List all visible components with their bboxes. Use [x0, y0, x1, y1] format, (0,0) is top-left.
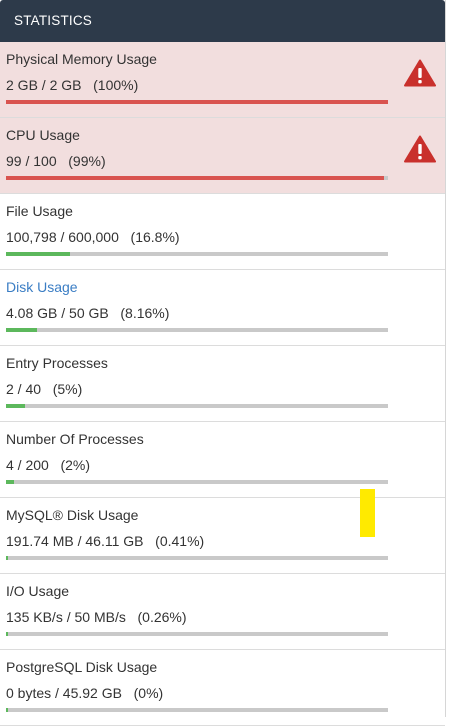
stat-value: 100,798 / 600,000 (16.8%) [6, 229, 180, 245]
stat-value: 2 / 40 (5%) [6, 381, 83, 397]
stat-io-usage: I/O Usage 135 KB/s / 50 MB/s (0.26%) [0, 574, 445, 650]
progress-bar [6, 176, 388, 180]
progress-bar [6, 100, 388, 104]
stat-cpu: CPU Usage 99 / 100 (99%) [0, 118, 445, 194]
progress-bar [6, 328, 388, 332]
stat-value: 0 bytes / 45.92 GB (0%) [6, 685, 164, 701]
progress-bar [6, 556, 388, 560]
statistics-panel: STATISTICS Physical Memory Usage 2 GB / … [0, 0, 446, 726]
warning-icon [404, 59, 436, 87]
stat-entry-processes: Entry Processes 2 / 40 (5%) [0, 346, 445, 422]
stat-title: MySQL® Disk Usage [6, 507, 139, 523]
progress-bar [6, 404, 388, 408]
stat-physical-memory: Physical Memory Usage 2 GB / 2 GB (100%) [0, 42, 445, 118]
disk-usage-link[interactable]: Disk Usage [6, 279, 78, 295]
stat-title: I/O Usage [6, 583, 70, 599]
stat-title: CPU Usage [6, 127, 80, 143]
progress-fill [6, 176, 385, 180]
progress-bar [6, 708, 388, 712]
progress-fill [6, 100, 388, 104]
warning-icon [404, 135, 436, 163]
stat-value: 135 KB/s / 50 MB/s (0.26%) [6, 609, 187, 625]
stat-value: 99 / 100 (99%) [6, 153, 106, 169]
progress-fill [6, 404, 26, 408]
statistics-header: STATISTICS [0, 0, 445, 42]
stat-number-of-processes: Number Of Processes 4 / 200 (2%) [0, 422, 445, 498]
highlight-marker [360, 489, 375, 537]
progress-fill [6, 328, 38, 332]
stat-value: 4.08 GB / 50 GB (8.16%) [6, 305, 170, 321]
stat-value: 4 / 200 (2%) [6, 457, 91, 473]
progress-fill [6, 708, 8, 712]
stat-value: 2 GB / 2 GB (100%) [6, 77, 139, 93]
stat-file-usage: File Usage 100,798 / 600,000 (16.8%) [0, 194, 445, 270]
progress-bar [6, 252, 388, 256]
progress-fill [6, 480, 14, 484]
stat-title: PostgreSQL Disk Usage [6, 659, 158, 675]
stat-value: 191.74 MB / 46.11 GB (0.41%) [6, 533, 205, 549]
stat-title: File Usage [6, 203, 73, 219]
progress-fill [6, 556, 9, 560]
stat-postgresql-disk-usage: PostgreSQL Disk Usage 0 bytes / 45.92 GB… [0, 650, 445, 726]
progress-fill [6, 632, 9, 636]
progress-fill [6, 252, 71, 256]
stat-mysql-disk-usage: MySQL® Disk Usage 191.74 MB / 46.11 GB (… [0, 498, 445, 574]
progress-bar [6, 480, 388, 484]
stat-title: Number Of Processes [6, 431, 144, 447]
stat-title: Entry Processes [6, 355, 108, 371]
progress-bar [6, 632, 388, 636]
stat-disk-usage: Disk Usage 4.08 GB / 50 GB (8.16%) [0, 270, 445, 346]
stat-title: Physical Memory Usage [6, 51, 157, 67]
